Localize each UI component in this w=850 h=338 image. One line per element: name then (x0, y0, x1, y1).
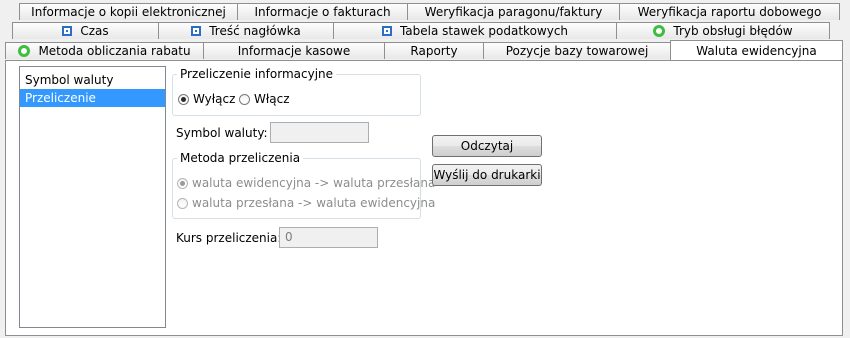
radio-on-option[interactable]: Włącz (239, 92, 290, 106)
blue-square-icon (62, 26, 73, 36)
method-option-2-label: waluta przesłana -> waluta ewidencyjna (192, 196, 436, 210)
green-circle-icon (653, 25, 666, 37)
conversion-method-legend: Metoda przeliczenia (180, 151, 301, 165)
tab-kopia-elektroniczna[interactable]: Informacje o kopii elektronicznej (19, 3, 238, 20)
tab-label: Informacje o fakturach (254, 5, 391, 19)
tab-tresc-naglowka[interactable]: Treść nagłówka (158, 22, 334, 39)
radio-off-option[interactable]: Wyłącz (178, 92, 235, 106)
tab-raporty[interactable]: Raporty (384, 42, 484, 59)
read-button[interactable]: Odczytaj (432, 135, 542, 157)
currency-symbol-label: Symbol waluty: (176, 126, 268, 140)
radio-method-2[interactable] (177, 197, 188, 209)
tab-czas[interactable]: Czas (12, 22, 159, 39)
tab-label: Raporty (410, 44, 458, 58)
exchange-rate-label: Kurs przeliczenia: (176, 231, 282, 245)
tab-content-panel: Symbol waluty Przeliczenie informacyjne … (5, 60, 843, 336)
tab-label: Tabela stawek podatkowych (399, 24, 569, 38)
tab-informacje-kasowe[interactable]: Informacje kasowe (203, 42, 385, 59)
blue-square-icon (191, 26, 202, 36)
green-circle-icon (18, 45, 31, 57)
radio-on[interactable] (239, 93, 250, 105)
method-option-1-label: waluta ewidencyjna -> waluta przesłana (192, 176, 436, 190)
info-conversion-legend: Przeliczenie informacyjne (180, 67, 334, 81)
radio-off-label: Wyłącz (193, 92, 236, 106)
list-item-przeliczenie-informacyjne[interactable]: Przeliczenie informacyjne (20, 89, 165, 123)
tab-label: Weryfikacja raportu dobowego (637, 5, 822, 19)
radio-method-1[interactable] (177, 177, 188, 189)
tab-label: Pozycje bazy towarowej (505, 44, 649, 58)
tab-weryfikacja-raportu[interactable]: Weryfikacja raportu dobowego (619, 3, 840, 20)
tab-label: Informacje kasowe (237, 44, 351, 58)
tab-label: Treść nagłówka (209, 24, 301, 38)
method-option-2[interactable]: waluta przesłana -> waluta ewidencyjna (177, 196, 435, 210)
exchange-rate-input[interactable]: 0 (279, 227, 378, 248)
tab-weryfikacja-paragonu[interactable]: Weryfikacja paragonu/faktury (407, 3, 620, 20)
tab-label: Waluta ewidencyjna (696, 43, 817, 58)
tab-label: Czas (80, 24, 109, 38)
tab-label: Informacje o kopii elektronicznej (31, 5, 226, 19)
tab-pozycje-bazy-towarowej[interactable]: Pozycje bazy towarowej (483, 42, 671, 59)
tab-tryb-obslugi-bledow[interactable]: Tryb obsługi błędów (616, 22, 830, 39)
radio-on-label: Włącz (254, 92, 290, 106)
method-option-1[interactable]: waluta ewidencyjna -> waluta przesłana (177, 176, 435, 190)
radio-off[interactable] (178, 93, 189, 105)
currency-symbol-input[interactable] (270, 122, 369, 143)
tab-metoda-obliczania-rabatu[interactable]: Metoda obliczania rabatu (5, 42, 204, 59)
blue-square-icon (381, 26, 392, 36)
settings-list[interactable]: Symbol waluty Przeliczenie informacyjne (19, 66, 166, 328)
tab-tabela-stawek[interactable]: Tabela stawek podatkowych (333, 22, 617, 39)
tab-waluta-ewidencyjna[interactable]: Waluta ewidencyjna (670, 40, 843, 60)
tab-label: Tryb obsługi błędów (673, 24, 793, 38)
tab-label: Weryfikacja paragonu/faktury (424, 5, 603, 19)
send-to-printer-button[interactable]: Wyślij do drukarki (432, 164, 542, 186)
tab-informacje-o-fakturach[interactable]: Informacje o fakturach (237, 3, 408, 20)
tab-label: Metoda obliczania rabatu (38, 44, 191, 58)
list-item-symbol-waluty[interactable]: Symbol waluty (20, 71, 165, 89)
